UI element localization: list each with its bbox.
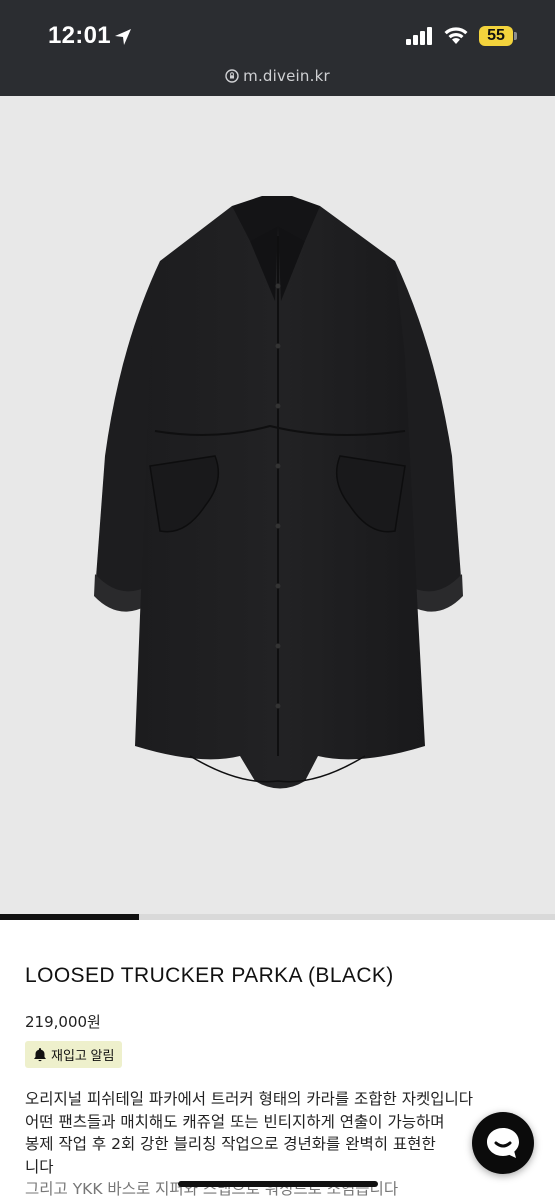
status-time: 12:01 [48,22,111,49]
wifi-icon [444,27,468,44]
restock-alert-label: 재입고 알림 [51,1048,115,1063]
restock-alert-button[interactable]: 재입고 알림 [25,1041,123,1068]
product-title: LOOSED TRUCKER PARKA (BLACK) [25,964,394,987]
url-text: m.divein.kr [243,67,330,85]
gallery-progress-fill [0,914,139,920]
lock-icon [225,69,239,87]
battery-icon: 55 [479,26,513,46]
bell-icon [34,1048,46,1062]
description-line: 봉제 작업 후 2회 강한 블리칭 작업으로 경년화를 완벽히 표현한 [25,1135,436,1153]
description-line: 어떤 팬츠들과 매치해도 캐쥬얼 또는 빈티지하게 연출이 가능하며 [25,1112,445,1131]
description-line: 오리지널 피쉬테일 파카에서 트러커 형태의 카라를 조합한 자켓입니다 [25,1090,474,1108]
chat-bubble-icon [487,1128,519,1158]
chat-button[interactable] [472,1112,534,1174]
description-line: 니다 [25,1157,54,1176]
cellular-signal-icon [406,27,432,45]
gallery-progress [0,914,555,920]
product-price: 219,000원 [25,1013,101,1031]
parka-illustration [94,196,463,789]
url-bar[interactable]: m.divein.kr [0,67,555,87]
location-arrow-icon [115,29,131,45]
product-image[interactable] [0,96,555,914]
home-indicator[interactable] [178,1181,378,1187]
status-bar: 12:01 55 m.divein.kr [0,0,555,96]
battery-cap [514,32,517,40]
